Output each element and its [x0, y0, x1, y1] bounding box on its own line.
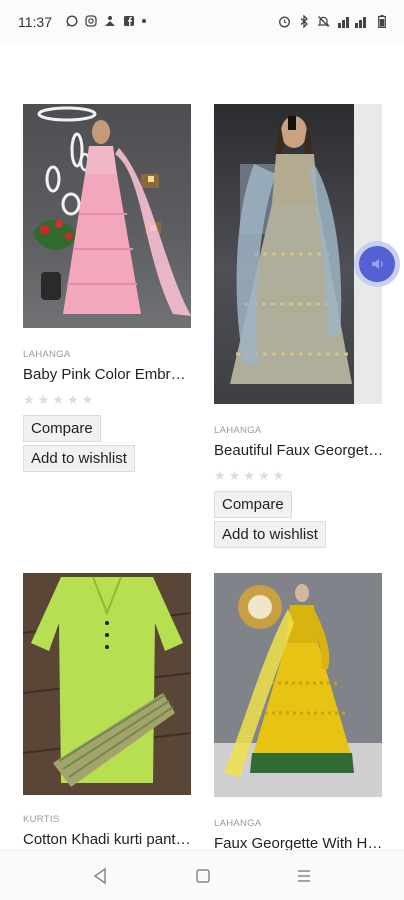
star-icon: ★	[228, 468, 241, 483]
add-to-wishlist-button[interactable]: Add to wishlist	[23, 445, 135, 472]
system-nav-bar	[0, 850, 404, 900]
product-image[interactable]	[214, 573, 382, 797]
product-image[interactable]	[23, 104, 191, 328]
product-card[interactable]: KURTIS Cotton Khadi kurti pant set	[23, 573, 193, 853]
menu-icon[interactable]	[296, 867, 312, 885]
product-category: LAHANGA	[23, 349, 71, 360]
status-bar: 11:37	[0, 0, 404, 44]
star-icon: ★	[214, 468, 226, 483]
share-icon	[105, 16, 115, 26]
rating-stars: ★ ★ ★ ★ ★	[214, 469, 284, 482]
star-icon: ★	[66, 392, 79, 407]
compare-button[interactable]: Compare	[214, 491, 292, 518]
compare-button[interactable]: Compare	[23, 415, 101, 442]
product-name[interactable]: Baby Pink Color Embroidered Lehenga	[23, 366, 193, 383]
back-icon[interactable]	[92, 867, 108, 885]
system-icons	[278, 15, 386, 28]
status-time: 11:37	[18, 14, 52, 30]
product-name[interactable]: Cotton Khadi kurti pant set	[23, 831, 193, 848]
audio-icon	[372, 259, 383, 269]
product-name[interactable]: Beautiful Faux Georgette Lehenga	[214, 442, 384, 459]
battery-icon	[378, 15, 386, 28]
product-card[interactable]: LAHANGA Faux Georgette With Heavy Work	[214, 573, 384, 858]
product-card[interactable]: LAHANGA Baby Pink Color Embroidered Lehe…	[23, 104, 193, 474]
star-icon: ★	[272, 468, 285, 483]
product-category: KURTIS	[23, 814, 60, 825]
signal-icon	[338, 16, 366, 28]
star-icon: ★	[23, 392, 35, 407]
facebook-icon	[124, 16, 134, 26]
whatsapp-icon	[66, 15, 78, 27]
home-icon[interactable]	[195, 867, 211, 885]
alarm-icon	[279, 16, 290, 28]
product-category: LAHANGA	[214, 818, 262, 829]
star-icon: ★	[243, 468, 255, 483]
product-category: LAHANGA	[214, 425, 262, 436]
bluetooth-icon	[300, 15, 308, 28]
mute-icon	[317, 16, 330, 27]
product-card[interactable]: LAHANGA Beautiful Faux Georgette Lehenga…	[214, 104, 384, 554]
notification-icons	[66, 15, 146, 27]
star-icon: ★	[257, 468, 270, 483]
rating-stars: ★ ★ ★ ★ ★	[23, 393, 93, 406]
star-icon: ★	[81, 392, 94, 407]
audio-float-button[interactable]	[354, 241, 400, 287]
star-icon: ★	[37, 392, 50, 407]
add-to-wishlist-button[interactable]: Add to wishlist	[214, 521, 326, 548]
dot-icon	[142, 19, 146, 23]
product-image[interactable]	[23, 573, 191, 795]
star-icon: ★	[52, 392, 64, 407]
instagram-icon	[85, 15, 97, 27]
